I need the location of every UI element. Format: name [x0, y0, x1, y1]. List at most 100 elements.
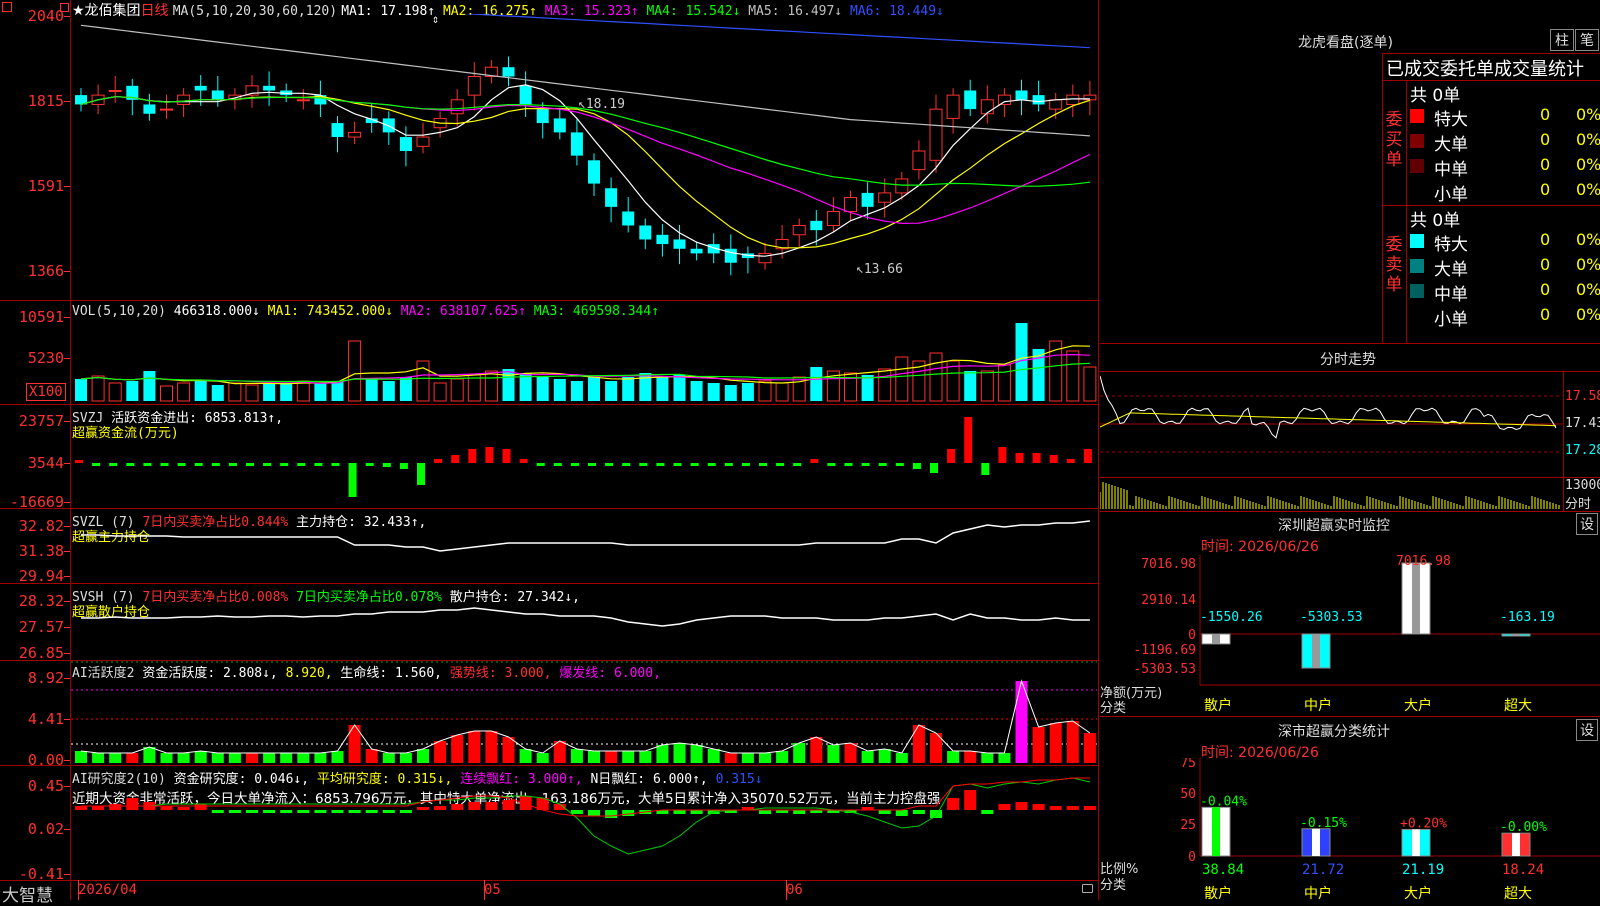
buy-row-pct-1: 0%	[1576, 105, 1600, 124]
szm-category-3: 大户	[1404, 697, 1432, 714]
candle-up	[1066, 94, 1080, 105]
research-bar	[109, 804, 122, 810]
activity-bar	[656, 745, 669, 763]
svzj-chart[interactable]	[71, 405, 1097, 507]
flow-bar	[365, 463, 374, 466]
research-bar	[365, 810, 378, 813]
szs-category-3: 大户	[1404, 885, 1432, 900]
volume-bar-down	[331, 381, 344, 401]
tick-mode-button[interactable]: 笔	[1575, 29, 1599, 51]
kline-chart[interactable]	[71, 14, 1097, 299]
activity-bar	[741, 753, 754, 763]
sz-monitor-settings-button[interactable]: 设	[1576, 513, 1598, 535]
candle-down	[1032, 95, 1045, 105]
volume-bar-up	[997, 364, 1011, 402]
ai1-ytick-3: 0.00	[27, 751, 64, 769]
activity-bar	[673, 743, 686, 763]
sell-row-count-3: 0	[1540, 280, 1551, 299]
activity-bar	[895, 753, 908, 763]
volume-bar-up	[433, 382, 447, 402]
activity-bar	[92, 753, 105, 763]
sell-row-swatch-3	[1410, 284, 1424, 298]
vol-ytick-mark-2	[64, 358, 70, 359]
research-bar	[177, 807, 190, 810]
volume-bar-up	[467, 374, 481, 402]
candle-down	[536, 109, 549, 124]
research-bar	[126, 798, 139, 810]
volume-bar-up	[228, 382, 242, 402]
buy-row-count-3: 0	[1540, 155, 1551, 174]
szm-bar-shade-4	[1512, 634, 1520, 636]
intraday-chart[interactable]	[1100, 372, 1562, 510]
flow-bar	[827, 463, 836, 466]
sz-monitor-bottom-border	[1100, 716, 1600, 717]
volume-bar-down	[399, 377, 412, 401]
candle-up	[348, 131, 362, 138]
flow-bar	[588, 463, 596, 466]
svsh-chart[interactable]	[71, 584, 1097, 659]
candle-up	[108, 89, 122, 92]
flow-bar	[246, 463, 254, 466]
volume-bar-down	[553, 379, 566, 401]
research-bar	[998, 804, 1011, 810]
volume-bar-down	[75, 379, 87, 401]
research-bar	[417, 807, 429, 810]
flow-bar	[656, 463, 665, 466]
flow-bar	[998, 447, 1007, 463]
flow-bar	[92, 463, 101, 466]
flow-bar	[1049, 455, 1058, 463]
sz-monitor-chart[interactable]: 7016.98 2910.14 0-1196.69 -5303.53 -1550.26 -…	[1100, 555, 1600, 715]
bar-mode-button[interactable]: 柱	[1550, 29, 1574, 51]
activity-bar	[690, 745, 703, 763]
research-bar	[759, 810, 771, 814]
flow-bar	[348, 463, 357, 497]
szm-value-1: -1550.26	[1200, 610, 1263, 625]
ai-research-chart[interactable]	[71, 766, 1097, 879]
research-bar	[451, 804, 464, 810]
volume-bar-up	[160, 385, 173, 402]
volume-bar-down	[280, 383, 293, 401]
sell-row-name-1: 特大	[1434, 235, 1468, 255]
activity-bar	[844, 743, 857, 763]
x-tick-3: 06	[786, 882, 803, 898]
research-bar	[605, 810, 618, 818]
flow-bar	[570, 463, 579, 466]
kline-ytick-mark-1	[64, 16, 70, 17]
sz-stats-chart[interactable]: 75 50 25 0 -0.04% 38.84 散户 -0.15% 21.72 中户 +0.20% 2…	[1100, 758, 1600, 900]
szs-ytick: 0	[1188, 850, 1196, 865]
candle-up	[467, 76, 481, 96]
ai1-ytick-mark-2	[64, 719, 70, 720]
flow-bar	[553, 463, 562, 466]
research-bar	[570, 810, 583, 814]
research-bar	[690, 810, 703, 814]
flow-bar	[724, 463, 733, 466]
szm-category-4: 超大	[1504, 698, 1532, 714]
volume-chart[interactable]	[71, 301, 1097, 403]
volume-bar-up	[758, 380, 772, 402]
activity-bar	[246, 753, 258, 763]
activity-bar	[1032, 727, 1045, 763]
lock-icon[interactable]	[1082, 884, 1093, 893]
flow-bar	[1083, 449, 1092, 463]
fenshi-y3: 17.28	[1565, 443, 1600, 458]
activity-bar	[194, 751, 207, 763]
candle-up	[929, 108, 943, 161]
activity-bar	[861, 751, 874, 763]
sell-row-pct-3: 0%	[1576, 280, 1600, 299]
ai-activity-chart[interactable]	[71, 661, 1097, 764]
flow-bar	[228, 463, 237, 466]
sz-monitor-xlabel: 分类	[1100, 701, 1127, 716]
sz-stats-settings-button[interactable]: 设	[1576, 719, 1598, 741]
candle-up	[177, 94, 191, 105]
volume-bar-up	[1083, 366, 1097, 402]
flow-bar	[930, 463, 938, 473]
research-bar	[348, 810, 361, 813]
activity-bar	[434, 741, 447, 763]
activity-bar	[759, 753, 771, 763]
candle-up	[997, 94, 1011, 105]
svzl-chart[interactable]	[71, 509, 1097, 582]
activity-bar	[451, 735, 464, 763]
volume-bar-down	[656, 377, 669, 401]
ai2-ytick-mark-2	[64, 829, 70, 830]
volume-bar-up	[929, 352, 943, 402]
